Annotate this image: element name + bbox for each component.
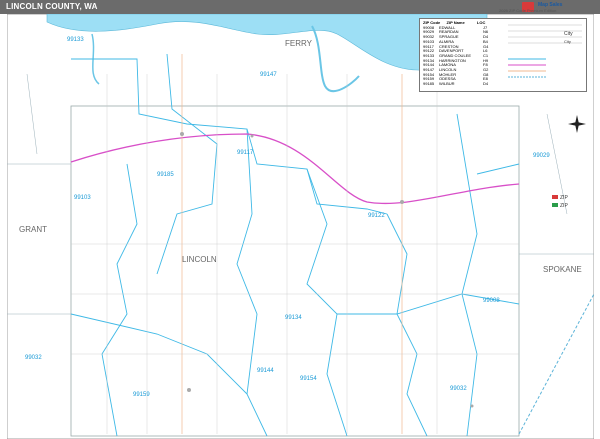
- zip-label: 99134: [285, 315, 302, 321]
- county-label-grant: GRANT: [19, 225, 47, 234]
- legend-key-city-small: City: [564, 39, 571, 44]
- zip-label: 99032: [25, 355, 42, 361]
- county-label-lincoln: LINCOLN: [182, 255, 217, 264]
- zip-label: 99032: [450, 386, 467, 392]
- zip-label: 99103: [74, 195, 91, 201]
- legend-key-city: City: [564, 31, 573, 37]
- map-title: LINCOLN COUNTY, WA: [6, 2, 98, 11]
- legend-key-symbols: City City: [508, 24, 582, 78]
- zip-label: 99147: [260, 72, 277, 78]
- zip-label: 99029: [533, 153, 550, 159]
- north-arrow-icon: [568, 115, 586, 133]
- town-marker: [187, 388, 191, 392]
- zip-key-label: ZIP: [560, 203, 568, 209]
- zip-label: 99008: [483, 298, 500, 304]
- legend-row: 99185 WILBUR D4: [423, 81, 491, 87]
- zip-key-label: ZIP: [560, 195, 568, 201]
- zip-label: 99117: [237, 150, 254, 156]
- town-marker: [250, 134, 254, 138]
- edition-label: 2025 ZIP Code Premium Edition: [499, 8, 557, 13]
- zip-label: 99144: [257, 368, 274, 374]
- legend-box: ZIP Code ZIP Name LOC 99008 EDWALL J7 99029…: [419, 18, 587, 92]
- map-frame: LINCOLN COUNTY, WA Map Sales 2025 ZIP Co…: [0, 0, 600, 439]
- town-marker: [180, 132, 184, 136]
- zip-label: 99159: [133, 392, 150, 398]
- legend-cell-name: WILBUR: [439, 81, 455, 87]
- zip-label: 99122: [368, 213, 385, 219]
- legend-rows: 99008 EDWALL J7 99029 REARDAN N6 99032 SPRAGUE D…: [423, 25, 491, 87]
- county-label-ferry: FERRY: [285, 39, 313, 48]
- legend-key: City City: [506, 21, 584, 89]
- zip-label: 99154: [300, 376, 317, 382]
- legend-cell-zip: 99185: [423, 81, 435, 87]
- legend-zip-table: ZIP Code ZIP Name LOC 99008 EDWALL J7 99029…: [423, 20, 491, 87]
- zip-label: 99185: [157, 172, 174, 178]
- legend-cell-loc: D4: [483, 81, 489, 87]
- town-marker: [470, 404, 474, 408]
- zip-label: 99133: [67, 37, 84, 43]
- town-marker: [400, 200, 404, 204]
- county-label-spokane: SPOKANE: [543, 265, 582, 274]
- zip-key: ZIP ZIP: [552, 195, 590, 221]
